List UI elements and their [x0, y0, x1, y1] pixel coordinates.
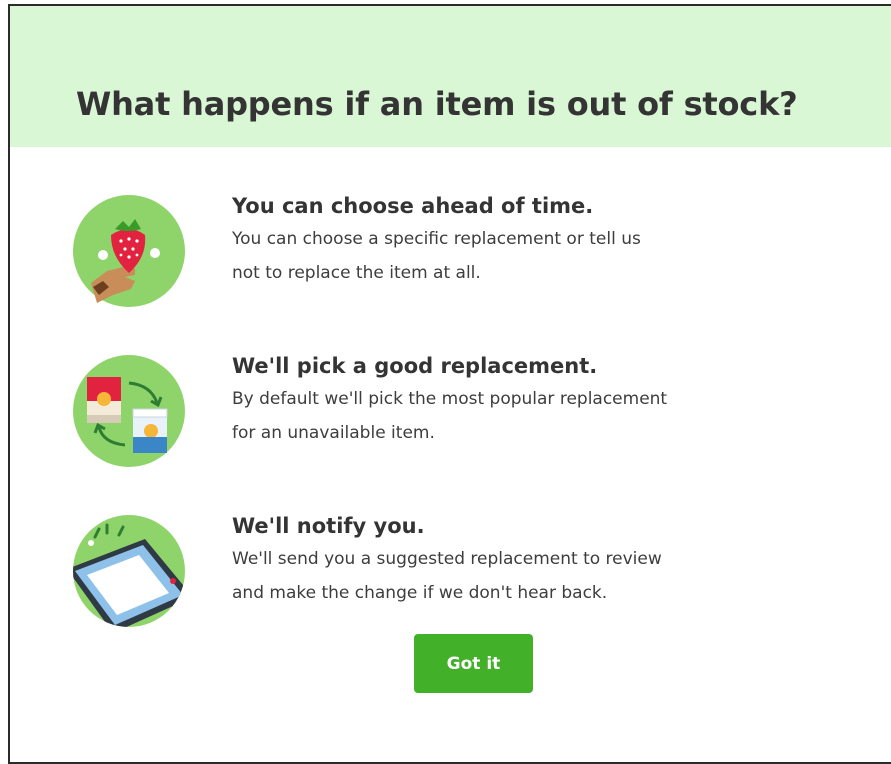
feature-description-line: You can choose a specific replacement or…	[232, 229, 641, 249]
phone-notification-icon	[73, 515, 185, 627]
feature-description-line: for an unavailable item.	[232, 423, 435, 443]
feature-text: We'll notify you. We'll send you a sugge…	[232, 511, 852, 610]
out-of-stock-dialog: What happens if an item is out of stock?	[8, 4, 891, 764]
feature-description: We'll send you a suggested replacement t…	[232, 542, 852, 610]
feature-description: By default we'll pick the most popular r…	[232, 382, 852, 450]
feature-description-line: We'll send you a suggested replacement t…	[232, 549, 662, 569]
dialog-title: What happens if an item is out of stock?	[76, 85, 798, 123]
product-swap-icon	[73, 355, 185, 467]
feature-description-line: and make the change if we don't hear bac…	[232, 583, 608, 603]
feature-description-line: By default we'll pick the most popular r…	[232, 389, 668, 409]
feature-text: We'll pick a good replacement. By defaul…	[232, 351, 852, 450]
feature-description-line: not to replace the item at all.	[232, 263, 481, 283]
feature-heading: We'll notify you.	[232, 514, 425, 538]
feature-text: You can choose ahead of time. You can ch…	[232, 191, 852, 290]
hand-holding-strawberry-icon	[73, 195, 185, 307]
feature-description: You can choose a specific replacement or…	[232, 222, 852, 290]
feature-heading: You can choose ahead of time.	[232, 194, 594, 218]
dialog-header: What happens if an item is out of stock?	[10, 6, 891, 147]
feature-heading: We'll pick a good replacement.	[232, 354, 598, 378]
got-it-button[interactable]: Got it	[414, 634, 533, 693]
